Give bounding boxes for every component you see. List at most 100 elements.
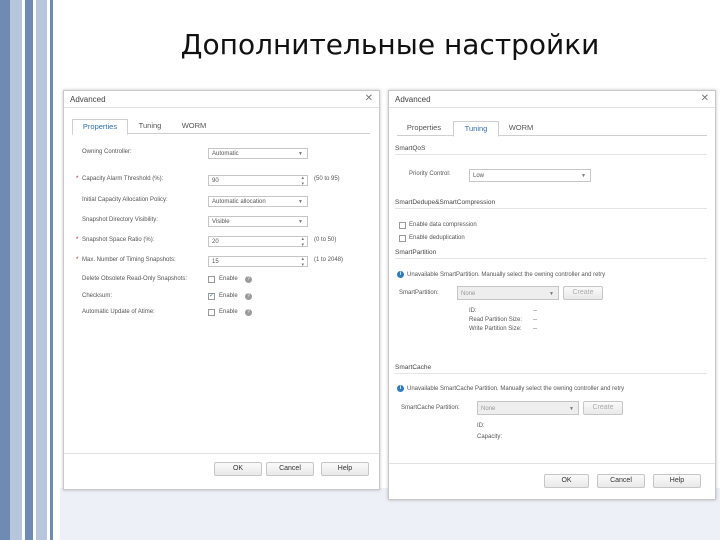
cache-id-key: ID: xyxy=(477,423,485,429)
owning-controller-value: Automatic xyxy=(212,151,239,157)
help-icon[interactable]: ? xyxy=(245,276,252,283)
compression-checkbox[interactable] xyxy=(399,222,406,229)
partition-heading: SmartPartition xyxy=(395,249,437,256)
snapshot-visibility-label: Snapshot Directory Visibility: xyxy=(82,217,158,223)
ok-button[interactable]: OK xyxy=(214,462,262,476)
partition-notice: Unavailable SmartPartition. Manually sel… xyxy=(407,272,606,278)
dialog-title-bar: Advanced xyxy=(64,91,379,108)
priority-control-label: Priority Control: xyxy=(409,171,451,177)
stripe xyxy=(25,0,33,540)
required-asterisk: * xyxy=(76,176,79,182)
partition-id-key: ID: xyxy=(469,308,477,314)
max-snapshots-value: 15 xyxy=(212,259,219,265)
help-button[interactable]: Help xyxy=(653,474,701,488)
initial-allocation-label: Initial Capacity Allocation Policy: xyxy=(82,197,168,203)
chevron-down-icon: ▼ xyxy=(549,291,554,297)
help-icon[interactable]: ? xyxy=(245,293,252,300)
write-partition-key: Write Partition Size: xyxy=(469,326,522,332)
atime-option: Enable xyxy=(219,309,238,315)
owning-controller-label: Owning Controller: xyxy=(82,149,132,155)
slide-title: Дополнительные настройки xyxy=(180,28,600,61)
delete-obsolete-option: Enable xyxy=(219,276,238,282)
section-divider xyxy=(395,154,707,155)
tab-tuning[interactable]: Tuning xyxy=(453,121,499,137)
cancel-button[interactable]: Cancel xyxy=(266,462,314,476)
cache-select[interactable]: None ▼ xyxy=(477,401,579,415)
help-icon[interactable]: ? xyxy=(245,309,252,316)
capacity-threshold-range: (50 to 95) xyxy=(314,176,340,182)
close-icon[interactable]: ✕ xyxy=(701,93,709,104)
help-button[interactable]: Help xyxy=(321,462,369,476)
stripe xyxy=(10,0,22,540)
tab-worm[interactable]: WORM xyxy=(174,119,214,133)
cache-notice: Unavailable SmartCache Partition. Manual… xyxy=(407,386,625,392)
checksum-checkbox[interactable]: ✓ xyxy=(208,293,215,300)
checksum-label: Checksum: xyxy=(82,293,113,299)
checksum-option: Enable xyxy=(219,293,238,299)
initial-allocation-value: Automatic allocation xyxy=(212,199,266,205)
dedup-checkbox[interactable] xyxy=(399,235,406,242)
required-asterisk: * xyxy=(76,237,79,243)
snapshot-ratio-input[interactable]: 20 ▴ ▾ xyxy=(208,236,308,248)
partition-label: SmartPartition: xyxy=(399,290,439,296)
snapshot-ratio-value: 20 xyxy=(212,239,219,245)
decorative-stripes xyxy=(0,0,60,540)
max-snapshots-input[interactable]: 15 ▴ ▾ xyxy=(208,256,308,268)
delete-obsolete-checkbox[interactable] xyxy=(208,276,215,283)
max-snapshots-range: (1 to 2048) xyxy=(314,257,344,263)
snapshot-ratio-range: (0 to 50) xyxy=(314,237,337,243)
atime-label: Automatic Update of Atime: xyxy=(82,309,155,315)
required-asterisk: * xyxy=(76,257,79,263)
max-snapshots-label: * Max. Number of Timing Snapshots: xyxy=(76,257,176,263)
atime-checkbox[interactable] xyxy=(208,309,215,316)
cache-create-button[interactable]: Create xyxy=(583,401,623,415)
snapshot-visibility-select[interactable]: Visible ▼ xyxy=(208,216,308,227)
section-divider xyxy=(395,258,707,259)
priority-control-value: Low xyxy=(473,173,485,179)
smartqos-heading: SmartQoS xyxy=(395,145,426,152)
cancel-button[interactable]: Cancel xyxy=(597,474,645,488)
initial-allocation-select[interactable]: Automatic allocation ▼ xyxy=(208,196,308,207)
delete-obsolete-label: Delete Obsolete Read-Only Snapshots: xyxy=(82,276,188,282)
capacity-threshold-value: 90 xyxy=(212,178,219,184)
section-divider xyxy=(395,208,707,209)
snapshot-ratio-text: Snapshot Space Ratio (%): xyxy=(82,237,155,243)
advanced-dialog-properties: Advanced ✕ Properties Tuning WORM Owning… xyxy=(63,90,380,490)
info-icon: i xyxy=(397,271,404,278)
partition-select[interactable]: None ▼ xyxy=(457,286,559,300)
partition-id-val: -- xyxy=(533,308,537,314)
tab-divider xyxy=(397,135,707,136)
snapshot-visibility-value: Visible xyxy=(212,219,230,225)
cache-label: SmartCache Partition: xyxy=(401,405,460,411)
max-snapshots-text: Max. Number of Timing Snapshots: xyxy=(82,257,176,263)
cache-capacity-key: Capacity: xyxy=(477,434,503,440)
chevron-down-icon: ▼ xyxy=(298,151,303,157)
dedup-label: Enable deduplication xyxy=(409,235,465,241)
ok-button[interactable]: OK xyxy=(544,474,589,488)
stripe xyxy=(0,0,10,540)
footer-divider xyxy=(64,453,379,454)
capacity-threshold-text: Capacity Alarm Threshold (%): xyxy=(82,176,164,182)
tab-tuning[interactable]: Tuning xyxy=(128,119,172,133)
partition-create-button[interactable]: Create xyxy=(563,286,603,300)
priority-control-select[interactable]: Low ▼ xyxy=(469,169,591,182)
spinner-icon[interactable]: ▴ ▾ xyxy=(301,175,304,187)
owning-controller-select[interactable]: Automatic ▼ xyxy=(208,148,308,159)
chevron-down-icon: ▼ xyxy=(581,173,586,179)
tab-properties[interactable]: Properties xyxy=(72,119,128,135)
footer-divider xyxy=(389,463,715,464)
dialog-title: Advanced xyxy=(395,95,431,104)
partition-value: None xyxy=(461,291,476,297)
capacity-threshold-input[interactable]: 90 ▴ ▾ xyxy=(208,175,308,187)
dialog-title-bar: Advanced xyxy=(389,91,715,108)
close-icon[interactable]: ✕ xyxy=(365,93,373,104)
advanced-dialog-tuning: Advanced ✕ Properties Tuning WORM SmartQ… xyxy=(388,90,716,500)
tab-properties[interactable]: Properties xyxy=(397,121,451,135)
compression-label: Enable data compression xyxy=(409,222,477,228)
spinner-icon[interactable]: ▴ ▾ xyxy=(301,236,304,248)
stripe xyxy=(50,0,53,540)
spinner-icon[interactable]: ▴ ▾ xyxy=(301,256,304,268)
section-divider xyxy=(395,373,707,374)
read-partition-val: -- xyxy=(533,317,537,323)
tab-worm[interactable]: WORM xyxy=(499,121,543,135)
